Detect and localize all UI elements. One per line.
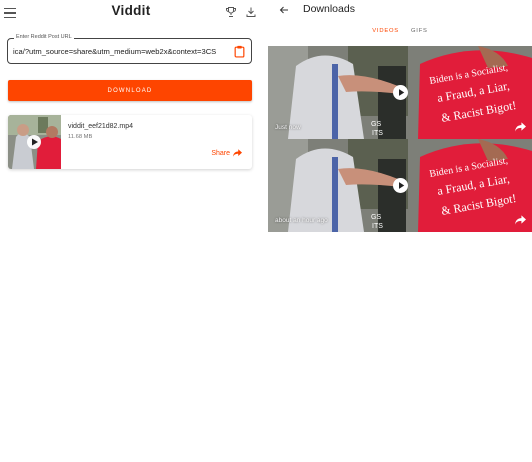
play-icon[interactable] (393, 85, 408, 100)
trophy-icon[interactable] (225, 6, 237, 18)
video-timestamp: Just now (275, 124, 301, 131)
back-arrow-icon[interactable] (278, 4, 290, 16)
download-button[interactable]: DOWNLOAD (8, 80, 252, 101)
downloads-title: Downloads (303, 3, 355, 15)
share-button[interactable]: Share (211, 149, 242, 157)
downloads-screen: Downloads VIDEOS GIFS Biden is a Sociali… (268, 0, 532, 462)
file-size: 11.68 MB (68, 134, 93, 140)
download-icon[interactable] (245, 6, 257, 18)
video-thumbnail[interactable] (8, 115, 61, 169)
share-label: Share (211, 149, 230, 157)
svg-text:ITS: ITS (372, 130, 383, 137)
tab-gifs[interactable]: GIFS (411, 28, 428, 36)
share-arrow-icon[interactable] (515, 215, 526, 225)
url-field[interactable]: Enter Reddit Post URL (7, 34, 252, 64)
play-icon[interactable] (393, 178, 408, 193)
svg-text:GS: GS (371, 214, 381, 221)
video-tile[interactable]: Biden is a Socialist, a Fraud, a Liar, &… (268, 139, 532, 232)
tab-videos[interactable]: VIDEOS (372, 28, 399, 36)
svg-text:ITS: ITS (372, 223, 383, 230)
downloaded-file-card[interactable]: viddit_eef21d82.mp4 11.68 MB Share (8, 115, 252, 169)
clipboard-icon[interactable] (234, 45, 245, 58)
file-name: viddit_eef21d82.mp4 (68, 123, 133, 130)
video-timestamp: about an hour ago (275, 217, 328, 224)
url-field-label: Enter Reddit Post URL (14, 34, 74, 40)
url-input[interactable] (13, 45, 231, 57)
share-arrow-icon (233, 149, 242, 157)
app-title: Viddit (111, 3, 151, 18)
video-tile[interactable]: Biden is a Socialist, a Fraud, a Liar, &… (268, 46, 532, 139)
svg-text:GS: GS (371, 121, 381, 128)
viddit-main-screen: Viddit Enter Reddit Post URL DOWNLOAD (0, 0, 262, 462)
share-arrow-icon[interactable] (515, 122, 526, 132)
media-tabs: VIDEOS GIFS (268, 28, 532, 36)
